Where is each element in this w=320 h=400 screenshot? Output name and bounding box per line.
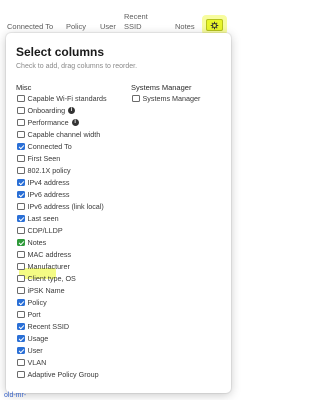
column-header-recent-ssid[interactable]: Recent SSID bbox=[124, 12, 148, 32]
checkbox-checked[interactable] bbox=[17, 238, 25, 247]
checkbox[interactable] bbox=[17, 94, 25, 103]
column-header-user[interactable]: User bbox=[100, 22, 116, 31]
option-label: Adaptive Policy Group bbox=[27, 370, 99, 379]
checkbox-checked[interactable] bbox=[17, 142, 25, 151]
option-label: Notes bbox=[27, 238, 47, 247]
option-notes[interactable]: Notes bbox=[17, 237, 46, 248]
checkbox[interactable] bbox=[132, 94, 140, 103]
checkbox[interactable] bbox=[17, 310, 25, 319]
option-label: Performance bbox=[27, 118, 69, 127]
option-usage[interactable]: Usage bbox=[17, 333, 48, 344]
checkbox[interactable] bbox=[17, 154, 25, 163]
checkbox[interactable] bbox=[17, 130, 25, 139]
checkbox-checked[interactable] bbox=[17, 214, 25, 223]
panel-title: Select columns bbox=[16, 45, 105, 59]
checkbox-checked[interactable] bbox=[17, 190, 25, 199]
option-systems-manager[interactable]: Systems Manager bbox=[132, 93, 200, 104]
option-mac-address[interactable]: MAC address bbox=[17, 249, 71, 260]
checkbox[interactable] bbox=[17, 166, 25, 175]
checkbox[interactable] bbox=[17, 106, 25, 115]
checkbox-checked[interactable] bbox=[17, 322, 25, 331]
gear-icon bbox=[210, 21, 219, 29]
option-policy[interactable]: Policy bbox=[17, 297, 47, 308]
option-vlan[interactable]: VLAN bbox=[17, 357, 46, 368]
option-label: Systems Manager bbox=[142, 94, 201, 103]
option-ipv4-address[interactable]: IPv4 address bbox=[17, 177, 69, 188]
option-label: First Seen bbox=[27, 154, 61, 163]
option-label: Last seen bbox=[27, 214, 59, 223]
checkbox[interactable] bbox=[17, 250, 25, 259]
option-last-seen[interactable]: Last seen bbox=[17, 213, 59, 224]
info-icon[interactable]: i bbox=[68, 107, 76, 114]
column-header-notes[interactable]: Notes bbox=[175, 22, 195, 31]
option-ipv6-link-local[interactable]: IPv6 address (link local) bbox=[17, 201, 104, 212]
option-port[interactable]: Port bbox=[17, 309, 41, 320]
option-label: VLAN bbox=[27, 358, 47, 367]
option-label: Capable Wi-Fi standards bbox=[27, 94, 107, 103]
group-title-systems-manager: Systems Manager bbox=[131, 83, 192, 92]
option-label: Capable channel width bbox=[27, 130, 101, 139]
option-label: Manufacturer bbox=[27, 262, 70, 271]
underlying-row-text: old-mr- bbox=[4, 392, 27, 399]
option-manufacturer[interactable]: Manufacturer bbox=[17, 261, 70, 272]
table-header: Connected To Policy User Recent SSID Not… bbox=[0, 0, 245, 36]
option-ipsk-name[interactable]: iPSK Name bbox=[17, 285, 65, 296]
checkbox[interactable] bbox=[17, 370, 25, 379]
option-connected-to[interactable]: Connected To bbox=[17, 141, 72, 152]
select-columns-panel: Select columns Check to add, drag column… bbox=[6, 33, 231, 393]
option-label: IPv4 address bbox=[27, 178, 70, 187]
option-client-type-os[interactable]: Client type, OS bbox=[17, 273, 76, 284]
checkbox[interactable] bbox=[17, 262, 25, 271]
option-label: Policy bbox=[27, 298, 47, 307]
option-onboarding[interactable]: Onboarding i bbox=[17, 105, 76, 116]
checkbox-checked[interactable] bbox=[17, 334, 25, 343]
option-capable-channel-width[interactable]: Capable channel width bbox=[17, 129, 100, 140]
checkbox-checked[interactable] bbox=[17, 298, 25, 307]
checkbox[interactable] bbox=[17, 286, 25, 295]
column-settings-button[interactable] bbox=[206, 19, 223, 31]
option-ipv6-address[interactable]: IPv6 address bbox=[17, 189, 69, 200]
option-label: Connected To bbox=[27, 142, 72, 151]
option-label: iPSK Name bbox=[27, 286, 65, 295]
info-icon[interactable]: i bbox=[71, 119, 79, 126]
option-recent-ssid[interactable]: Recent SSID bbox=[17, 321, 69, 332]
checkbox-checked[interactable] bbox=[17, 346, 25, 355]
option-label: CDP/LLDP bbox=[27, 226, 63, 235]
option-adaptive-policy-group[interactable]: Adaptive Policy Group bbox=[17, 369, 99, 380]
option-performance[interactable]: Performance i bbox=[17, 117, 79, 128]
column-header-recent-line: Recent bbox=[124, 12, 148, 21]
option-label: Usage bbox=[27, 334, 49, 343]
option-capable-wifi-standards[interactable]: Capable Wi-Fi standards bbox=[17, 93, 107, 104]
column-header-policy[interactable]: Policy bbox=[66, 22, 86, 31]
checkbox[interactable] bbox=[17, 274, 25, 283]
panel-subtitle: Check to add, drag columns to reorder. bbox=[16, 63, 138, 70]
option-label: User bbox=[27, 346, 43, 355]
option-label: 802.1X policy bbox=[27, 166, 71, 175]
option-label: IPv6 address bbox=[27, 190, 70, 199]
checkbox[interactable] bbox=[17, 202, 25, 211]
option-label: Port bbox=[27, 310, 41, 319]
checkbox[interactable] bbox=[17, 226, 25, 235]
option-cdp-lldp[interactable]: CDP/LLDP bbox=[17, 225, 63, 236]
checkbox[interactable] bbox=[17, 358, 25, 367]
option-label: Onboarding bbox=[27, 106, 66, 115]
option-label: Recent SSID bbox=[27, 322, 70, 331]
column-header-ssid-line: SSID bbox=[124, 22, 142, 31]
option-first-seen[interactable]: First Seen bbox=[17, 153, 60, 164]
group-title-misc: Misc bbox=[16, 83, 32, 92]
option-label: Client type, OS bbox=[27, 274, 76, 283]
option-label: IPv6 address (link local) bbox=[27, 202, 104, 211]
option-8021x-policy[interactable]: 802.1X policy bbox=[17, 165, 71, 176]
checkbox-checked[interactable] bbox=[17, 178, 25, 187]
column-header-connected-to[interactable]: Connected To bbox=[7, 22, 53, 31]
checkbox[interactable] bbox=[17, 118, 25, 127]
option-label: MAC address bbox=[27, 250, 72, 259]
option-user[interactable]: User bbox=[17, 345, 43, 356]
